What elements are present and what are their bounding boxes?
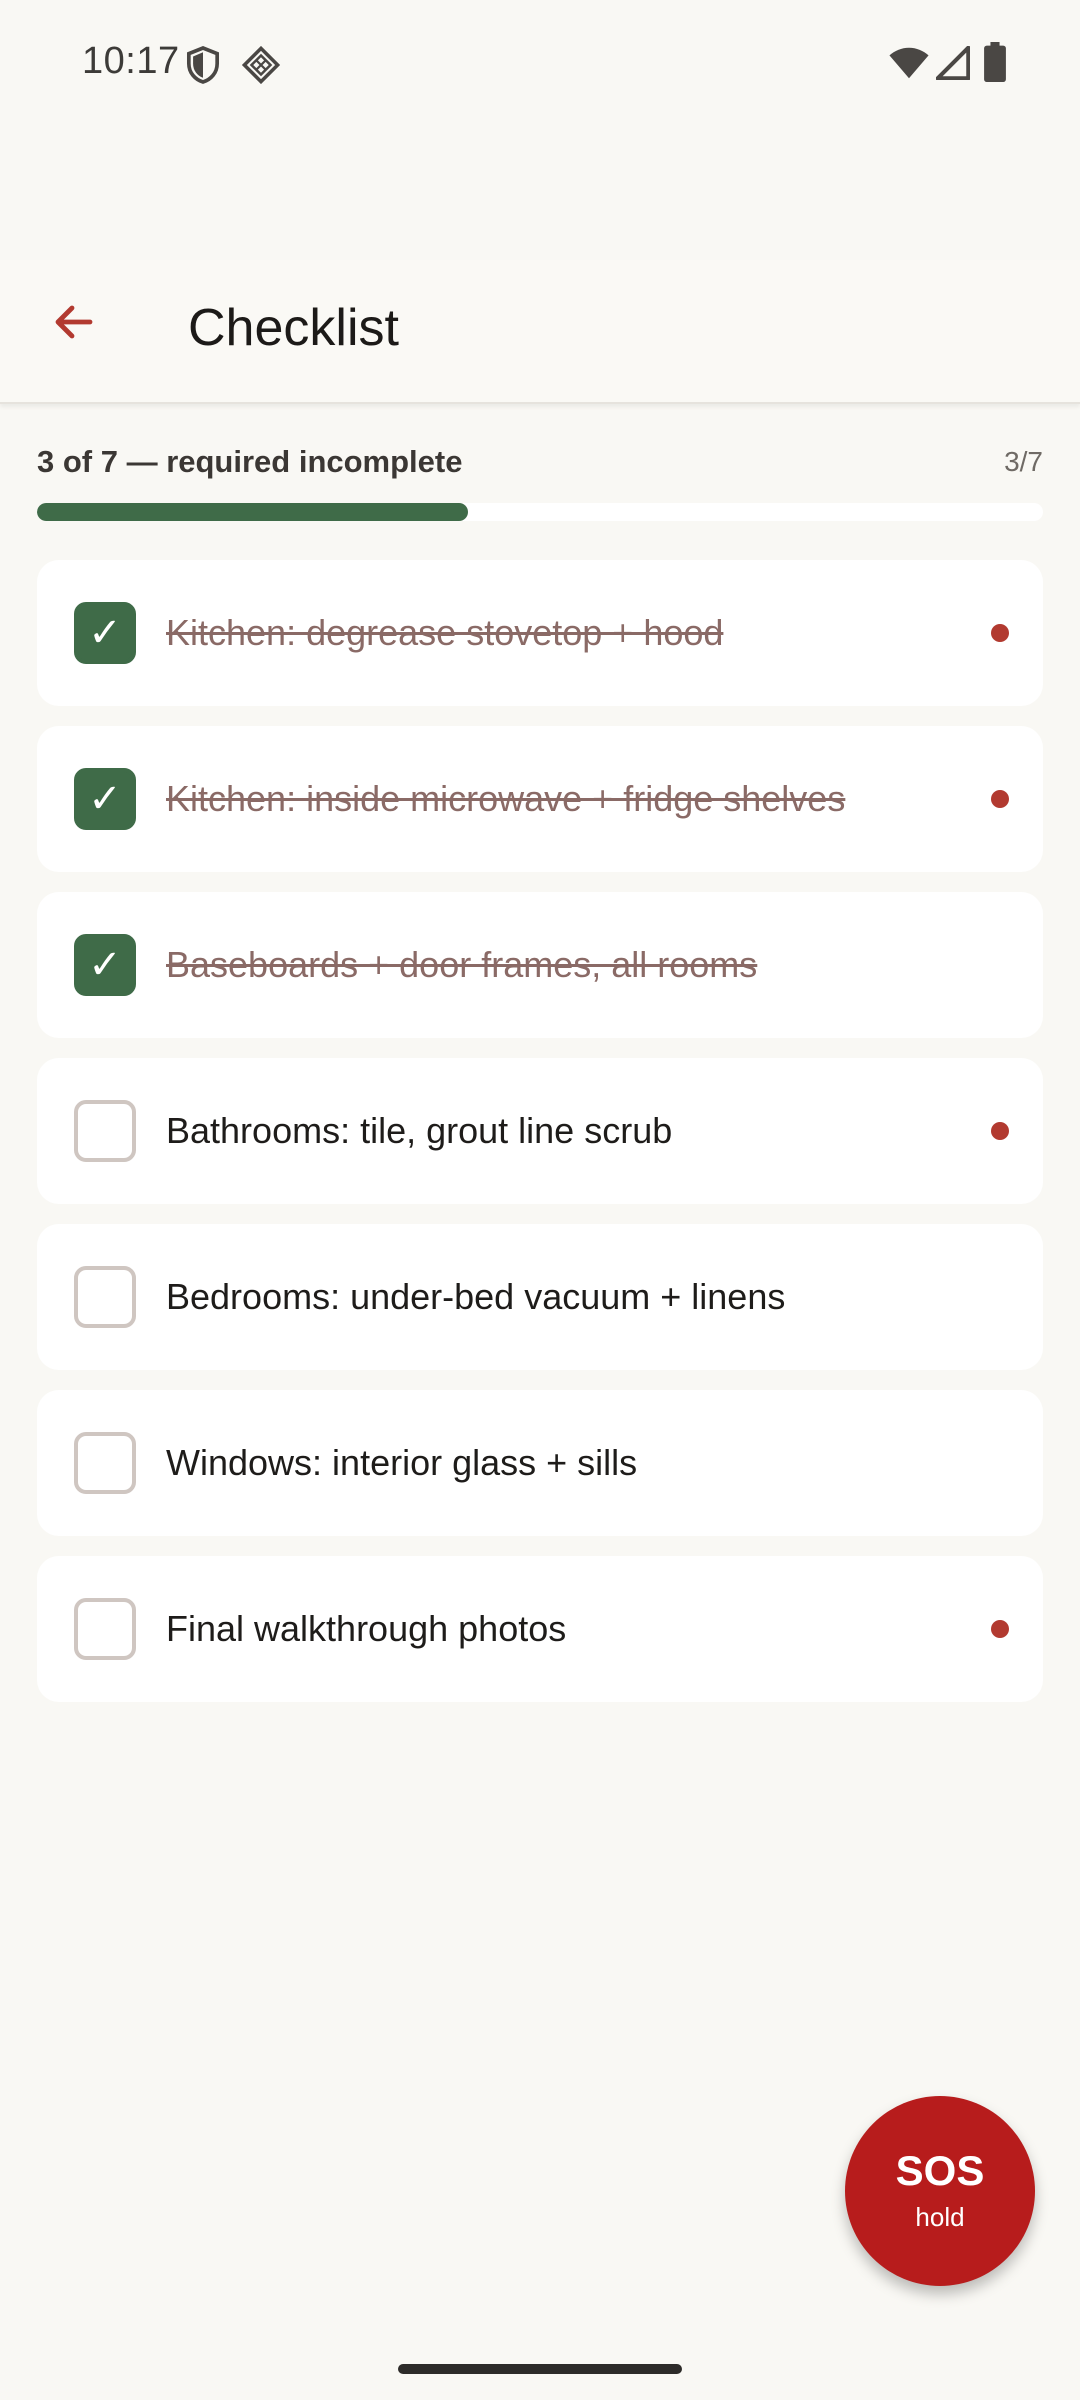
shield-icon (186, 46, 220, 84)
checkbox-checked[interactable]: ✓ (74, 768, 136, 830)
progress-bar-fill (37, 503, 469, 521)
check-icon: ✓ (88, 610, 122, 656)
cell-signal-icon (936, 46, 970, 80)
checkbox-unchecked[interactable] (74, 1100, 136, 1162)
status-time: 10:17 (82, 40, 180, 82)
checkbox-unchecked[interactable] (74, 1598, 136, 1660)
gesture-navigation-bar[interactable] (398, 2364, 682, 2374)
list-item[interactable]: Final walkthrough photos (37, 1556, 1043, 1702)
task-label: Kitchen: inside microwave + fridge shelv… (166, 778, 846, 819)
check-icon: ✓ (88, 942, 122, 988)
task-list: ✓ Kitchen: degrease stovetop + hood ✓ Kitch… (37, 560, 1043, 1722)
progress-bar (37, 503, 1043, 521)
progress-label: 3 of 7 — required incomplete (37, 444, 463, 479)
list-item[interactable]: Bathrooms: tile, grout line scrub (37, 1058, 1043, 1204)
wifi-icon (889, 47, 929, 79)
vpn-key-icon (242, 46, 280, 84)
task-label: Final walkthrough photos (166, 1608, 567, 1649)
required-dot-icon (991, 1620, 1009, 1638)
checkbox-unchecked[interactable] (74, 1266, 136, 1328)
list-item[interactable]: ✓ Kitchen: inside microwave + fridge shel… (37, 726, 1043, 872)
check-icon: ✓ (88, 776, 122, 822)
checkbox-checked[interactable]: ✓ (74, 602, 136, 664)
required-dot-icon (991, 790, 1009, 808)
list-item[interactable]: Bedrooms: under-bed vacuum + linens (37, 1224, 1043, 1370)
battery-icon (984, 42, 1006, 82)
arrow-back-icon (55, 305, 93, 339)
page-title: Checklist (188, 299, 399, 357)
progress-count: 3/7 (1004, 446, 1043, 477)
task-label: Baseboards + door frames, all rooms (166, 944, 758, 985)
task-label: Bedrooms: under-bed vacuum + linens (166, 1276, 786, 1317)
status-bar: 10:17 (0, 0, 1080, 130)
list-item[interactable]: Windows: interior glass + sills (37, 1390, 1043, 1536)
list-item[interactable]: ✓ Kitchen: degrease stovetop + hood (37, 560, 1043, 706)
checkbox-unchecked[interactable] (74, 1432, 136, 1494)
task-label: Windows: interior glass + sills (166, 1442, 638, 1483)
checkbox-checked[interactable]: ✓ (74, 934, 136, 996)
required-dot-icon (991, 624, 1009, 642)
sos-label: SOS (895, 2147, 985, 2195)
task-label: Bathrooms: tile, grout line scrub (166, 1110, 673, 1151)
list-item[interactable]: ✓ Baseboards + door frames, all rooms (37, 892, 1043, 1038)
required-dot-icon (991, 1122, 1009, 1140)
task-label: Kitchen: degrease stovetop + hood (166, 612, 724, 653)
app-bar: Checklist (0, 260, 1080, 404)
sos-hold-hint: hold (915, 2201, 965, 2232)
back-button[interactable] (34, 282, 114, 362)
sos-button[interactable]: SOS hold (845, 2096, 1035, 2286)
